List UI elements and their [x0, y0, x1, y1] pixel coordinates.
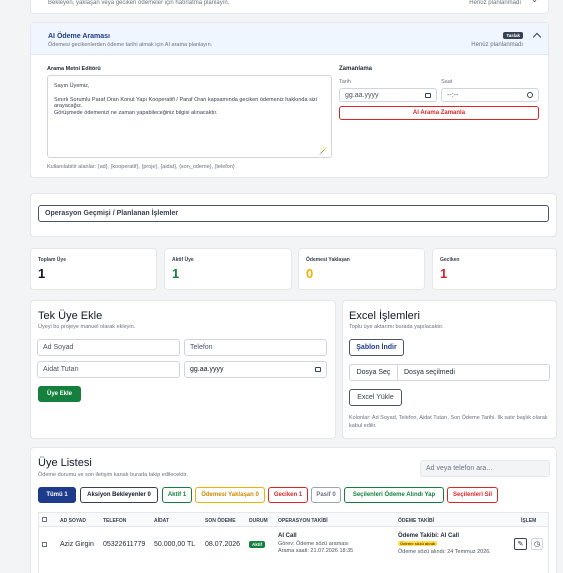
- stat-value-overdue: 1: [440, 266, 448, 281]
- name-input[interactable]: Ad Soyad: [37, 339, 180, 356]
- filter-upcoming[interactable]: Ödemesi Yaklaşan 0: [195, 487, 265, 503]
- magic-wand-icon[interactable]: 🪄: [319, 147, 328, 155]
- fee-input[interactable]: Aidat Tutarı: [37, 361, 180, 378]
- schedule-date-value: gg.aa.yyyy: [345, 91, 379, 99]
- member-due: 08.07.2026: [205, 541, 241, 548]
- col-operation: OPERASYON TAKİBİ: [278, 518, 328, 524]
- calendar-icon[interactable]: [315, 367, 321, 372]
- chevron-up-icon[interactable]: [532, 32, 542, 42]
- ai-call-header[interactable]: AI Ödeme Araması Ödemesi gecikenlerden ö…: [31, 23, 548, 55]
- stat-card-upcoming: Ödemesi Yaklaşan 0: [298, 248, 425, 290]
- filter-active[interactable]: Aktif 1: [162, 487, 192, 503]
- filter-overdue[interactable]: Geciken 1: [268, 487, 308, 503]
- member-phone: 05322611779: [103, 541, 146, 548]
- operation-time: Arama saati: 21.07.2026 18:35: [278, 548, 354, 554]
- time-label: Saat: [441, 79, 453, 85]
- stat-value-upcoming: 0: [306, 266, 314, 281]
- schedule-time-value: --:--: [447, 91, 459, 99]
- col-name: AD SOYAD: [60, 518, 86, 524]
- filter-action-pending[interactable]: Aksiyon Bekleyenler 0: [80, 487, 158, 503]
- fee-placeholder: Aidat Tutarı: [43, 366, 79, 373]
- excel-subtitle: Toplu üye aktarımı burada yapılacaktır.: [349, 324, 444, 330]
- excel-title: Excel İşlemleri: [349, 310, 420, 322]
- col-fee: AİDAT: [154, 518, 169, 524]
- stat-card-active: Aktif Üye 1: [164, 248, 292, 290]
- phone-placeholder: Telefon: [190, 344, 213, 351]
- script-text: Sayın Üyemiz, Sınırlı Sorumlu Paraf Oran…: [54, 83, 318, 117]
- select-all-checkbox[interactable]: [42, 517, 47, 522]
- clock-icon[interactable]: [527, 92, 533, 98]
- reminder-card: Bekleyen, yaklaşan veya geciken ödemeler…: [30, 0, 549, 14]
- stat-label-overdue: Geciken: [440, 257, 460, 263]
- member-fee: 50.000,00 TL: [154, 541, 196, 548]
- payment-title: Ödeme Takibi: AI Call: [398, 533, 460, 539]
- schedule-label: Zamanlama: [339, 66, 373, 72]
- schedule-time-input[interactable]: --:--: [441, 88, 539, 102]
- add-member-title: Tek Üye Ekle: [38, 310, 103, 322]
- stat-card-overdue: Geciken 1: [432, 248, 557, 290]
- col-action: İŞLEM: [521, 518, 537, 524]
- excel-columns-hint: Kolonlar: Ad Soyad, Telefon, Aidat Tutar…: [349, 415, 548, 429]
- add-member-subtitle: Üyeyi bu projeye manuel olarak ekleyin.: [38, 324, 136, 330]
- ai-call-title: AI Ödeme Araması: [48, 33, 110, 40]
- schedule-date-input[interactable]: gg.aa.yyyy: [339, 88, 437, 102]
- file-picker[interactable]: Dosya Seç Dosya seçilmedi: [349, 364, 550, 381]
- col-status: DURUM: [249, 518, 268, 524]
- stat-label-total: Toplam Üye: [38, 257, 66, 263]
- delete-selected-button[interactable]: Seçilenleri Sil: [447, 487, 498, 503]
- due-date-value: gg.aa.yyyy: [190, 366, 224, 373]
- reminder-status: Henüz planlanmadı: [469, 0, 521, 6]
- col-phone: TELEFON: [103, 518, 127, 524]
- col-due: SON ÖDEME: [205, 518, 236, 524]
- member-list-title: Üye Listesi: [38, 457, 92, 469]
- history-toggle-button[interactable]: Operasyon Geçmişi / Planlanan İşlemler: [38, 205, 549, 222]
- chevron-down-icon[interactable]: ⌄: [531, 0, 538, 4]
- operation-task: Görev: Ödeme sözü araması: [278, 541, 349, 547]
- file-status: Dosya seçilmedi: [404, 369, 455, 376]
- schedule-ai-call-button[interactable]: AI Arama Zamanla: [339, 106, 539, 120]
- row-checkbox[interactable]: [42, 542, 47, 547]
- member-search-placeholder: Ad veya telefon ara...: [426, 465, 493, 472]
- history-icon[interactable]: ◷: [531, 538, 543, 550]
- mark-paid-button[interactable]: Seçilenleri Ödeme Alındı Yap: [344, 487, 444, 503]
- ai-call-subtitle: Ödemesi gecikenlerden ödeme tarihi almak…: [48, 42, 213, 48]
- payment-note: Ödeme sözü alındı: 24 Temmuz 2026.: [398, 549, 491, 555]
- filter-passive[interactable]: Pasif 0: [311, 487, 341, 503]
- edit-icon[interactable]: ✎: [514, 538, 527, 550]
- payment-badge: Ödeme sözü alındı: [398, 541, 438, 546]
- reminder-subtitle: Bekleyen, yaklaşan veya geciken ödemeler…: [48, 0, 230, 6]
- stat-value-active: 1: [172, 266, 180, 281]
- choose-file-button[interactable]: Dosya Seç: [350, 365, 398, 380]
- filter-all[interactable]: Tümü 1: [38, 487, 76, 503]
- stat-value-total: 1: [38, 266, 46, 281]
- script-editor[interactable]: Sayın Üyemiz, Sınırlı Sorumlu Paraf Oran…: [47, 75, 332, 158]
- member-list-subtitle: Ödeme durumu ve son iletişim kanalı bura…: [38, 472, 188, 478]
- stat-label-active: Aktif Üye: [172, 257, 194, 263]
- excel-upload-button[interactable]: Excel Yükle: [349, 389, 402, 406]
- status-badge: Aktif: [249, 541, 265, 548]
- operation-title: AI Call: [278, 533, 297, 539]
- name-placeholder: Ad Soyad: [43, 344, 74, 351]
- add-member-button[interactable]: Üye Ekle: [38, 386, 81, 402]
- variables-hint: Kullanılabilir alanlar: {ad}, {kooperati…: [47, 164, 235, 170]
- download-template-button[interactable]: Şablon İndir: [349, 339, 404, 356]
- stat-label-upcoming: Ödemesi Yaklaşan: [306, 257, 350, 263]
- phone-input[interactable]: Telefon: [184, 339, 327, 356]
- calendar-icon[interactable]: [425, 92, 431, 98]
- col-payment: ÖDEME TAKİBİ: [398, 518, 435, 524]
- member-search-input[interactable]: Ad veya telefon ara...: [420, 460, 550, 477]
- due-date-input[interactable]: gg.aa.yyyy: [184, 361, 327, 378]
- ai-call-status: Henüz planlanmadı: [471, 42, 523, 48]
- stat-card-total: Toplam Üye 1: [30, 248, 157, 290]
- editor-label: Arama Metni Editörü: [47, 66, 101, 72]
- member-name: Aziz Girgin: [60, 541, 94, 548]
- draft-badge: Taslak: [503, 32, 523, 39]
- date-label: Tarih: [339, 79, 351, 85]
